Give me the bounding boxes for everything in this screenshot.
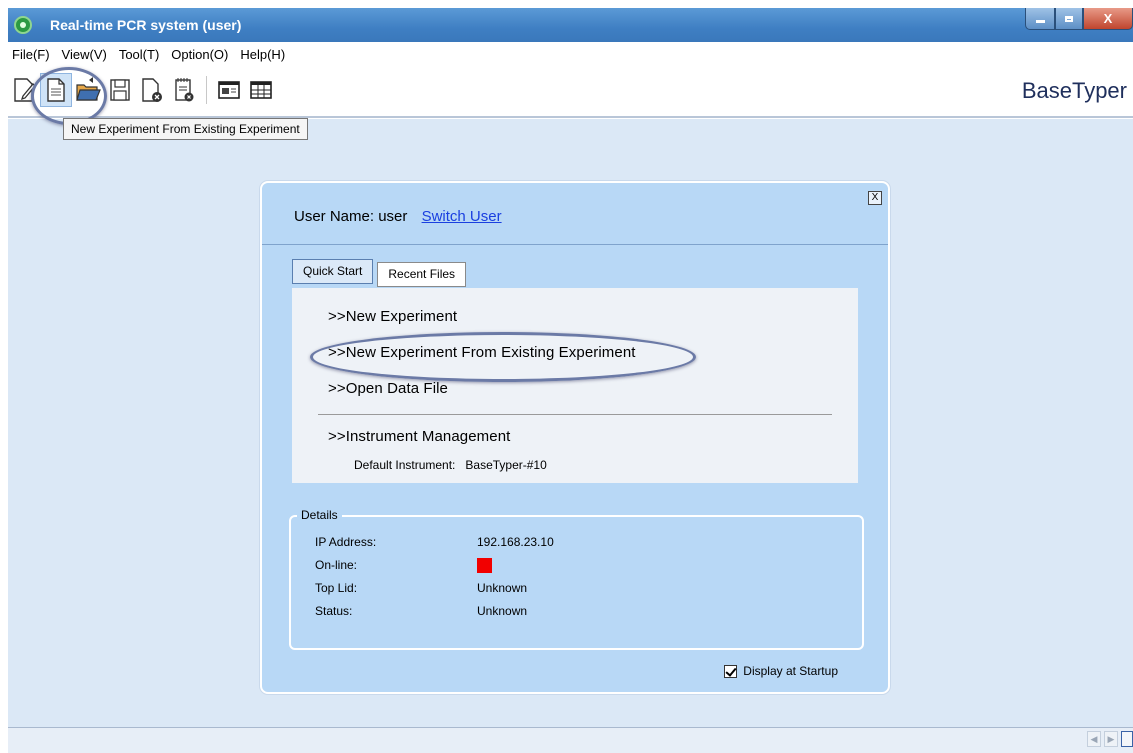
- online-status-box: [477, 558, 492, 574]
- brand-logo: BaseTyper: [1021, 78, 1127, 103]
- default-instrument-label: Default Instrument:: [354, 458, 456, 472]
- menu-view[interactable]: View(V): [56, 45, 113, 65]
- title-bar: Real-time PCR system (user) X: [8, 8, 1133, 42]
- app-logo-icon: [14, 16, 32, 34]
- arrow-right-icon: ▶: [1107, 733, 1115, 744]
- arrow-left-icon: ◀: [1090, 733, 1098, 744]
- menu-help[interactable]: Help(H): [234, 45, 291, 65]
- default-instrument-value: BaseTyper-#10: [465, 458, 547, 472]
- minimize-button[interactable]: [1025, 8, 1055, 30]
- maximize-button[interactable]: [1055, 8, 1083, 30]
- export-icon: [175, 78, 194, 102]
- table-grid-icon: [250, 81, 272, 99]
- tooltip: New Experiment From Existing Experiment: [63, 118, 308, 140]
- close-document-icon: [142, 78, 162, 102]
- close-document-button[interactable]: [136, 73, 168, 107]
- export-button[interactable]: [168, 73, 200, 107]
- details-legend: Details: [297, 508, 342, 522]
- nav-arrows: ◀ ▶: [1087, 731, 1133, 747]
- highlight-ring-link: [310, 332, 696, 382]
- new-experiment-link[interactable]: >>New Experiment: [328, 308, 457, 325]
- window-layout-button[interactable]: [213, 73, 245, 107]
- display-at-startup-option[interactable]: Display at Startup: [724, 664, 838, 678]
- display-at-startup-checkbox[interactable]: [724, 664, 738, 678]
- user-row: User Name: user Switch User: [294, 208, 502, 225]
- user-name-label: User Name:: [294, 208, 375, 225]
- save-button[interactable]: [104, 73, 136, 107]
- quick-start-panel: >>New Experiment >>New Experiment From E…: [292, 288, 858, 483]
- status-label: Status:: [315, 604, 353, 618]
- panel-toggle-button[interactable]: [1121, 731, 1133, 747]
- tab-quick-start[interactable]: Quick Start: [292, 259, 374, 284]
- dialog-tabs: Quick Start Recent Files: [292, 259, 467, 287]
- open-data-file-link[interactable]: >>Open Data File: [328, 380, 448, 397]
- default-instrument: Default Instrument: BaseTyper-#10: [354, 458, 547, 472]
- user-name-value: user: [378, 208, 408, 225]
- ip-address-value: 192.168.23.10: [477, 535, 554, 549]
- menu-tool[interactable]: Tool(T): [113, 45, 165, 65]
- menu-bar: File(F) View(V) Tool(T) Option(O) Help(H…: [8, 45, 291, 65]
- nav-right-button[interactable]: ▶: [1104, 731, 1118, 747]
- switch-user-link[interactable]: Switch User: [422, 208, 502, 225]
- online-row: On-line:: [315, 558, 492, 574]
- online-status-indicator: [477, 558, 492, 574]
- close-window-button[interactable]: X: [1083, 8, 1133, 30]
- dialog-divider: [262, 244, 888, 245]
- display-at-startup-label: Display at Startup: [743, 664, 838, 678]
- nav-left-button[interactable]: ◀: [1087, 731, 1101, 747]
- toolbar-separator: [206, 76, 207, 104]
- save-icon: [110, 79, 130, 101]
- quick-start-divider: [318, 414, 832, 415]
- online-label: On-line:: [315, 558, 358, 572]
- status-row: Status: Unknown: [315, 604, 527, 618]
- maximize-icon: [1065, 15, 1073, 22]
- minimize-icon: [1035, 20, 1045, 23]
- window-layout-icon: [218, 81, 240, 99]
- top-lid-row: Top Lid: Unknown: [315, 581, 527, 595]
- details-body: IP Address: 192.168.23.10 On-line: Top L…: [295, 521, 858, 644]
- instrument-management-link[interactable]: >>Instrument Management: [328, 428, 510, 445]
- ip-address-label: IP Address:: [315, 535, 377, 549]
- top-lid-label: Top Lid:: [315, 581, 358, 595]
- status-value: Unknown: [477, 604, 528, 618]
- window-title: Real-time PCR system (user): [50, 17, 242, 33]
- dialog-close-button[interactable]: X: [868, 191, 882, 205]
- table-grid-button[interactable]: [245, 73, 277, 107]
- tab-recent-files[interactable]: Recent Files: [377, 262, 467, 287]
- highlight-ring-toolbar: [31, 67, 107, 125]
- window-controls: X: [1025, 8, 1133, 32]
- ip-address-row: IP Address: 192.168.23.10: [315, 535, 554, 549]
- startup-dialog: X User Name: user Switch User Quick Star…: [260, 181, 890, 694]
- details-group: IP Address: 192.168.23.10 On-line: Top L…: [289, 508, 864, 650]
- menu-file[interactable]: File(F): [8, 45, 56, 65]
- status-bar: ◀ ▶: [8, 727, 1133, 753]
- top-lid-value: Unknown: [477, 581, 528, 595]
- menu-option[interactable]: Option(O): [165, 45, 234, 65]
